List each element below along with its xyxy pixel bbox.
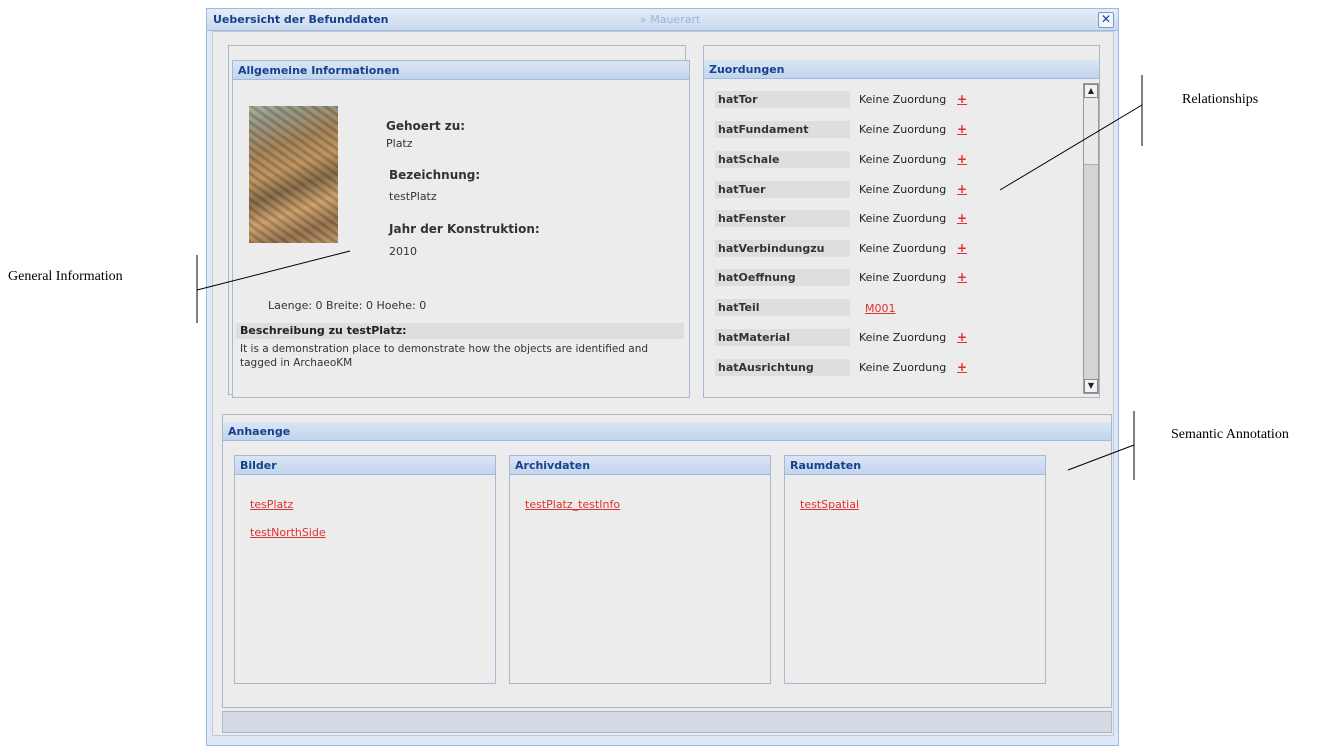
relationships-pointer-line	[999, 104, 1143, 191]
relationships-annotation: Relationships	[1182, 92, 1259, 107]
general-pointer-line	[196, 250, 351, 291]
semantic-annotation-annotation: Semantic Annotation	[1171, 427, 1289, 442]
general-information-annotation: General Information	[8, 269, 123, 284]
semantic-pointer-line	[1067, 444, 1135, 471]
annotation-lines	[196, 75, 1143, 480]
